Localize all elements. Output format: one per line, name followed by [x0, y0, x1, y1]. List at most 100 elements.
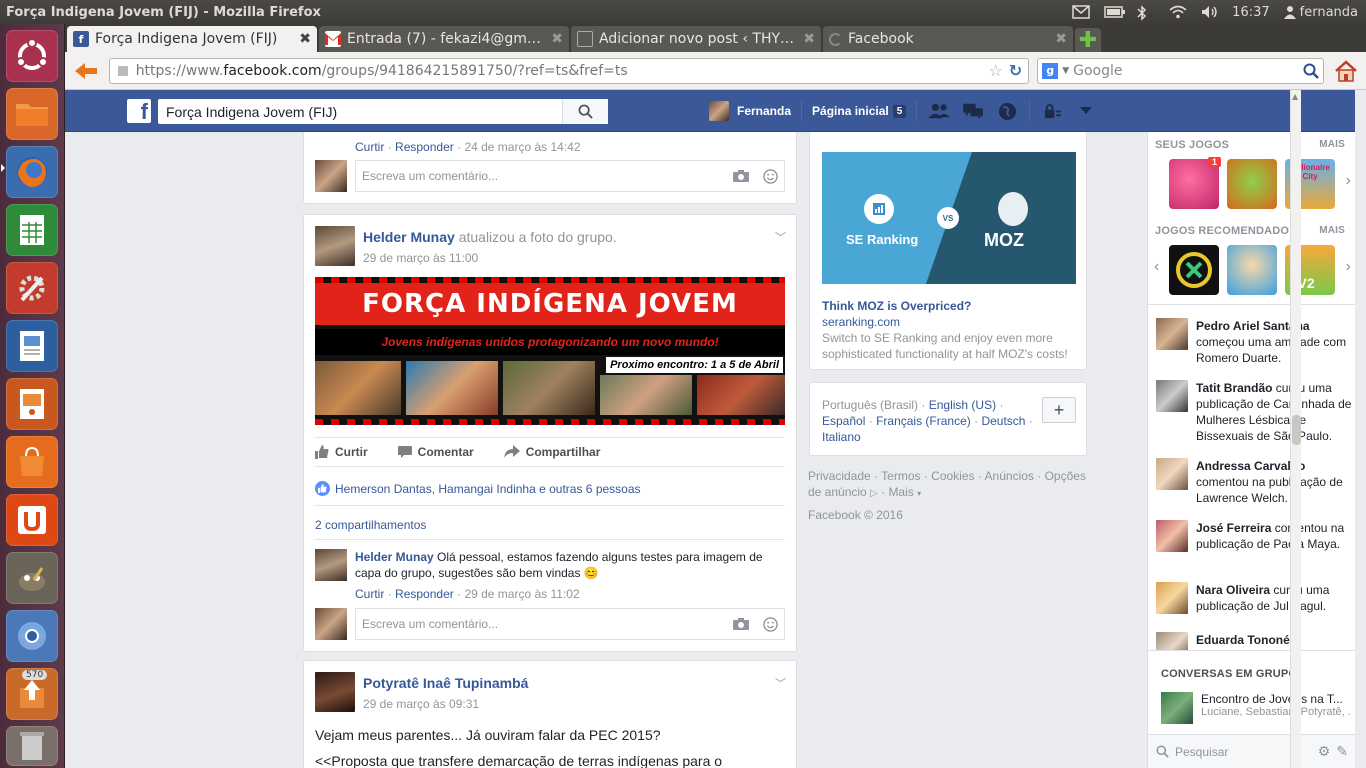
group-cover-photo[interactable]: FORÇA INDÍGENA JOVEM Jovens indígenas un…: [315, 277, 785, 425]
volume-icon[interactable]: [1200, 5, 1218, 19]
home-link[interactable]: Página inicial 5: [812, 104, 907, 118]
tab-forca-indigena[interactable]: f Força Indigena Jovem (FIJ) ✖: [67, 26, 317, 52]
post-author-link[interactable]: Helder Munay: [363, 229, 455, 245]
ticker-item[interactable]: José Ferreira comentou na publicação de …: [1156, 520, 1352, 552]
game-frog[interactable]: [1227, 159, 1277, 209]
footer-link[interactable]: Anúncios: [985, 469, 1034, 483]
avatar[interactable]: [315, 672, 355, 712]
emoji-icon[interactable]: [763, 168, 778, 184]
close-icon[interactable]: ✖: [1055, 31, 1067, 47]
footer-more-link[interactable]: Mais: [888, 485, 913, 499]
group-chat-item[interactable]: Encontro de Jovens na T... Luciane, Seba…: [1161, 692, 1351, 726]
chevron-right-icon[interactable]: ›: [1346, 258, 1351, 276]
ticker-item[interactable]: Pedro Ariel Santana começou uma amizade …: [1156, 318, 1352, 366]
tab-facebook[interactable]: Facebook ✖: [823, 26, 1073, 52]
post-options-chevron-down-icon[interactable]: ﹀: [775, 229, 786, 245]
wifi-icon[interactable]: [1168, 5, 1187, 19]
launcher-gimp[interactable]: [6, 552, 58, 604]
profile-link[interactable]: Fernanda: [709, 101, 791, 121]
ticker-item[interactable]: Nara Oliveira curtiu uma publicação de J…: [1156, 582, 1352, 614]
gear-icon[interactable]: ⚙: [1318, 743, 1331, 760]
emoji-icon[interactable]: [763, 616, 778, 632]
camera-icon[interactable]: [733, 618, 749, 630]
comment-input[interactable]: Escreva um comentário...: [355, 608, 785, 640]
user-menu[interactable]: fernanda: [1283, 5, 1358, 20]
ticker-item[interactable]: Eduarda Tononé: [1156, 632, 1352, 650]
facebook-search-input[interactable]: Força Indigena Jovem (FIJ): [158, 99, 608, 124]
footer-link[interactable]: Termos: [881, 469, 920, 483]
adchoices-icon[interactable]: ▷: [870, 488, 878, 499]
post-options-chevron-down-icon[interactable]: ﹀: [775, 675, 786, 691]
more-recommended-link[interactable]: MAIS: [1319, 225, 1345, 236]
launcher-writer[interactable]: [6, 320, 58, 372]
share-button[interactable]: Compartilhar: [503, 445, 600, 459]
comment-timestamp[interactable]: 24 de março às 14:42: [464, 140, 580, 154]
mail-icon[interactable]: [1072, 5, 1090, 19]
likes-summary[interactable]: Hemerson Dantas, Hamangai Indinha e outr…: [315, 481, 641, 496]
like-button[interactable]: Curtir: [315, 445, 368, 459]
post-timestamp[interactable]: 29 de março às 09:31: [363, 697, 479, 711]
privacy-shortcuts-icon[interactable]: [1040, 99, 1064, 123]
tab-wordpress[interactable]: Adicionar novo post ‹ THYD... ✖: [571, 26, 821, 52]
launcher-files[interactable]: [6, 88, 58, 140]
game-candy-crush[interactable]: 1: [1169, 157, 1221, 209]
messages-icon[interactable]: [961, 99, 985, 123]
language-link[interactable]: Deutsch: [981, 414, 1025, 428]
launcher-settings[interactable]: [6, 262, 58, 314]
launcher-update-manager[interactable]: 570: [6, 668, 58, 720]
post-timestamp[interactable]: 29 de março às 11:00: [363, 251, 478, 265]
like-link[interactable]: Curtir: [355, 587, 384, 601]
reply-link[interactable]: Responder: [395, 587, 454, 601]
clock[interactable]: 16:37: [1232, 5, 1269, 20]
comment-button[interactable]: Comentar: [397, 445, 474, 459]
ticker-item[interactable]: Andressa Carvalho comentou na publicação…: [1156, 458, 1352, 506]
scroll-up-icon[interactable]: ▲: [1292, 92, 1298, 101]
game-blonde-character[interactable]: [1227, 245, 1277, 295]
notifications-globe-icon[interactable]: [995, 99, 1019, 123]
comment-timestamp[interactable]: 29 de março às 11:02: [464, 587, 579, 601]
ad-text[interactable]: Think MOZ is Overpriced? seranking.com S…: [822, 298, 1076, 362]
footer-link[interactable]: Privacidade: [808, 469, 871, 483]
scrollbar-thumb[interactable]: [1292, 415, 1301, 445]
avatar[interactable]: [315, 549, 347, 581]
google-engine-icon[interactable]: g: [1042, 62, 1059, 79]
home-button[interactable]: [1332, 57, 1360, 85]
language-link[interactable]: Français (France): [876, 414, 971, 428]
back-button[interactable]: [71, 57, 101, 85]
browser-search-bar[interactable]: g ▼ Google: [1037, 57, 1325, 84]
new-tab-button[interactable]: ✚: [1075, 28, 1101, 53]
launcher-chromium[interactable]: [6, 610, 58, 662]
post-author-link[interactable]: Potyratê Inaê Tupinambá: [363, 675, 528, 691]
more-games-link[interactable]: MAIS: [1319, 139, 1345, 150]
launcher-calc[interactable]: [6, 204, 58, 256]
launcher-ubuntu-one[interactable]: [6, 494, 58, 546]
comment-author-link[interactable]: Helder Munay: [355, 550, 434, 564]
battery-icon[interactable]: [1104, 5, 1126, 19]
camera-icon[interactable]: [733, 170, 749, 182]
reply-link[interactable]: Responder: [395, 140, 454, 154]
tab-gmail[interactable]: Entrada (7) - fekazi4@gmail... ✖: [319, 26, 569, 52]
avatar[interactable]: [315, 226, 355, 266]
account-menu-chevron-down-icon[interactable]: [1074, 99, 1098, 123]
chevron-right-icon[interactable]: ›: [1346, 172, 1351, 190]
launcher-dash-button[interactable]: [6, 30, 58, 82]
close-icon[interactable]: ✖: [299, 31, 311, 47]
friend-requests-icon[interactable]: [927, 99, 951, 123]
like-link[interactable]: Curtir: [355, 140, 384, 154]
close-icon[interactable]: ✖: [551, 31, 563, 47]
close-icon[interactable]: ✖: [803, 31, 815, 47]
url-bar[interactable]: https://www.facebook.com/groups/94186421…: [108, 57, 1030, 84]
chevron-left-icon[interactable]: ‹: [1154, 258, 1159, 276]
likes-text[interactable]: Hemerson Dantas, Hamangai Indinha e outr…: [335, 482, 641, 496]
launcher-trash[interactable]: [6, 726, 58, 766]
language-link[interactable]: Italiano: [822, 430, 861, 444]
ad-image[interactable]: SE Ranking VS MOZ: [822, 152, 1076, 284]
facebook-logo-icon[interactable]: f: [127, 99, 151, 123]
footer-link[interactable]: Cookies: [931, 469, 974, 483]
search-button[interactable]: [562, 99, 608, 124]
bookmark-star-icon[interactable]: ☆: [988, 61, 1002, 80]
add-language-button[interactable]: +: [1042, 397, 1076, 423]
comment-input[interactable]: Escreva um comentário...: [355, 160, 785, 192]
launcher-firefox[interactable]: [6, 146, 58, 198]
reload-icon[interactable]: ↻: [1009, 61, 1022, 80]
